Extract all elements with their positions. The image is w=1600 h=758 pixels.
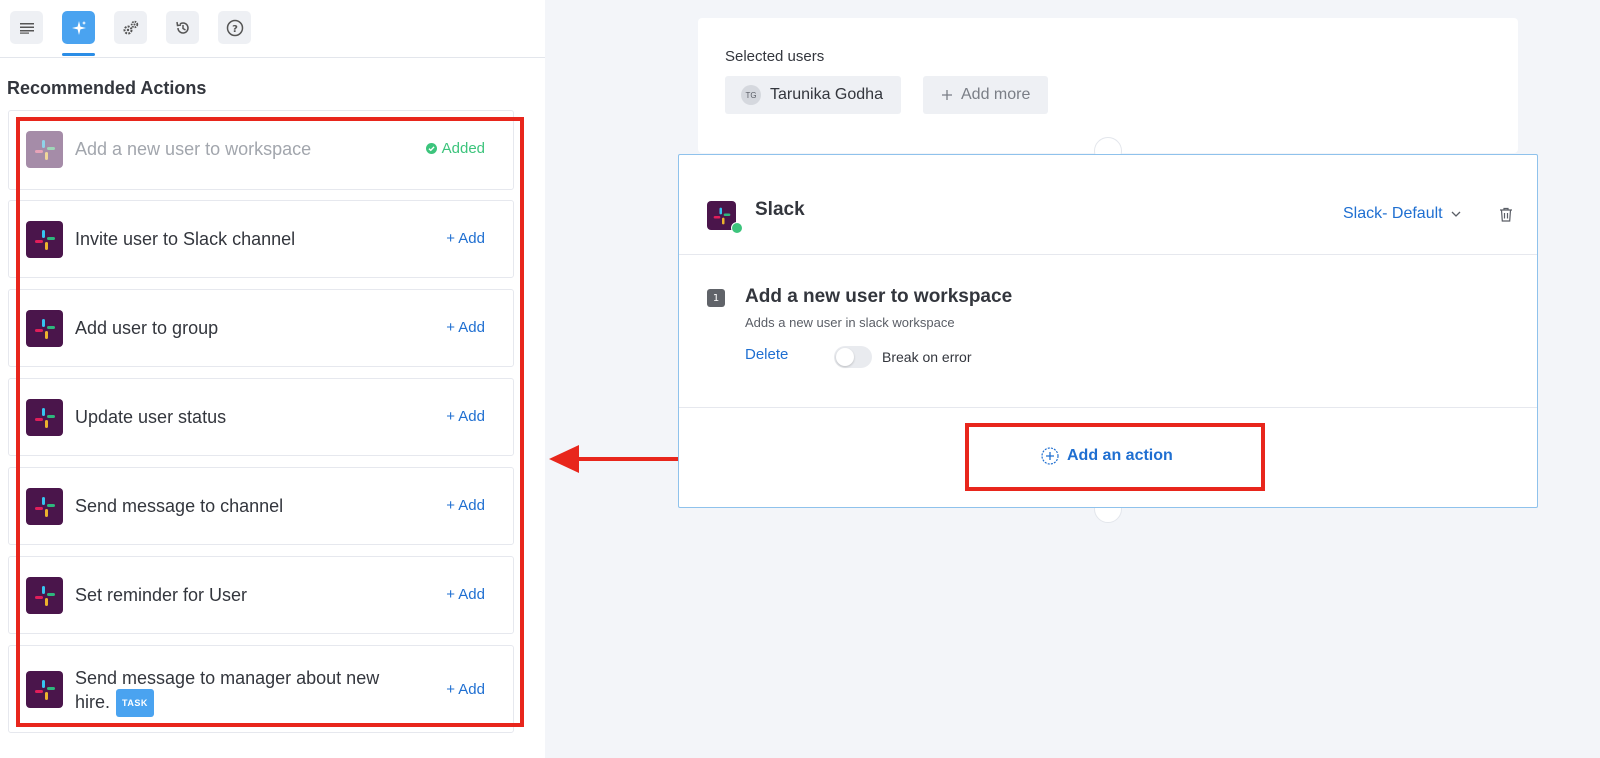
add-more-button[interactable]: Add more xyxy=(923,76,1049,114)
user-chip[interactable]: TG Tarunika Godha xyxy=(725,76,901,114)
connected-check-icon xyxy=(731,222,743,234)
connection-label: Slack- Default xyxy=(1343,205,1443,222)
panel-title: Recommended Actions xyxy=(7,78,207,98)
connection-dropdown[interactable]: Slack- Default xyxy=(1343,205,1461,223)
avatar: TG xyxy=(741,85,761,105)
history-icon[interactable] xyxy=(166,11,199,44)
annotation-box-actions xyxy=(16,117,524,727)
notes-icon[interactable] xyxy=(10,11,43,44)
toggle-label: Break on error xyxy=(882,349,972,365)
step-title: Add a new user to workspace xyxy=(745,286,1013,307)
selected-users-title: Selected users xyxy=(725,48,825,65)
step-number: 1 xyxy=(707,289,725,307)
slack-card-header: Slack Slack- Default xyxy=(679,155,1537,255)
panel-toolbar: ? xyxy=(0,0,545,58)
trash-icon[interactable] xyxy=(1499,207,1513,222)
gears-icon[interactable] xyxy=(114,11,147,44)
divider xyxy=(679,407,1537,408)
break-on-error-toggle[interactable] xyxy=(834,346,872,368)
add-more-label: Add more xyxy=(961,86,1031,103)
toggle-knob xyxy=(836,348,854,366)
user-name: Tarunika Godha xyxy=(770,86,883,103)
delete-step-link[interactable]: Delete xyxy=(745,346,788,363)
active-tab-indicator xyxy=(62,53,95,56)
svg-text:?: ? xyxy=(232,24,238,35)
sparkle-icon[interactable] xyxy=(62,11,95,44)
plus-icon xyxy=(942,90,952,100)
annotation-box-add-action xyxy=(965,423,1265,491)
app-name: Slack xyxy=(755,199,805,220)
chevron-down-icon xyxy=(1451,211,1461,217)
step-description: Adds a new user in slack workspace xyxy=(745,315,955,330)
annotation-arrow-head xyxy=(549,445,579,473)
selected-users-card: Selected users TG Tarunika Godha Add mor… xyxy=(698,18,1518,153)
help-icon[interactable]: ? xyxy=(218,11,251,44)
